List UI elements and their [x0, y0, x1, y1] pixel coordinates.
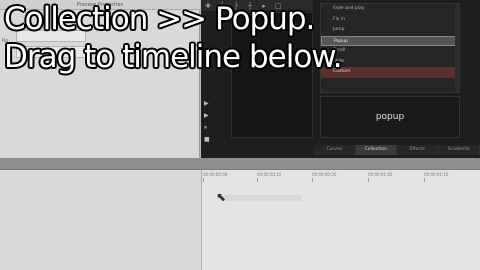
- timeline-ruler: 00:00:00:00 00:00:00:10 00:00:00:20 00:0…: [202, 170, 480, 182]
- dragged-clip-ghost: [218, 195, 302, 201]
- scrollbar[interactable]: [455, 4, 459, 92]
- play-icon[interactable]: ▶: [204, 100, 214, 107]
- effect-preview: popup: [320, 96, 460, 138]
- timecode-tick: 00:00:01:00: [368, 172, 393, 182]
- tab-gradients[interactable]: Gradients: [438, 145, 480, 155]
- preview-text: popup: [375, 112, 405, 122]
- timeline-header: [0, 158, 480, 170]
- tutorial-caption: Collection >> Popup. Drag to timeline be…: [4, 0, 343, 76]
- list-item[interactable]: Fade and play: [321, 4, 459, 15]
- timeline-tracks-list: [0, 170, 202, 270]
- timecode-tick: 00:00:00:10: [257, 172, 282, 182]
- timecode-tick: 00:00:00:00: [203, 172, 228, 182]
- tab-effects[interactable]: Effects: [397, 145, 439, 155]
- tab-curves[interactable]: Curves: [314, 145, 356, 155]
- stop-icon[interactable]: ■: [204, 136, 214, 143]
- timecode-tick: 00:00:00:20: [312, 172, 337, 182]
- caption-line-2: Drag to timeline below.: [4, 39, 343, 75]
- playback-controls: ▶ ▶ ⏸ ■: [204, 100, 214, 143]
- list-item[interactable]: Fly in: [321, 15, 459, 26]
- mouse-cursor-icon: ⬉: [216, 190, 227, 204]
- play-icon[interactable]: ▶: [204, 112, 214, 119]
- app-window: Preview Properties Ro ✚ ┤ ├ ┼ ▸ □ ▶ ▶ ⏸ …: [0, 0, 480, 270]
- panel-tabs: Curves Collection Effects Gradients: [314, 145, 480, 155]
- list-item[interactable]: Jump: [321, 25, 459, 36]
- caption-line-1: Collection >> Popup.: [4, 1, 315, 37]
- pause-icon[interactable]: ⏸: [204, 124, 214, 131]
- tab-collection[interactable]: Collection: [355, 145, 397, 155]
- timecode-tick: 00:00:01:10: [424, 172, 449, 182]
- timeline-area[interactable]: 00:00:00:00 00:00:00:10 00:00:00:20 00:0…: [202, 170, 480, 270]
